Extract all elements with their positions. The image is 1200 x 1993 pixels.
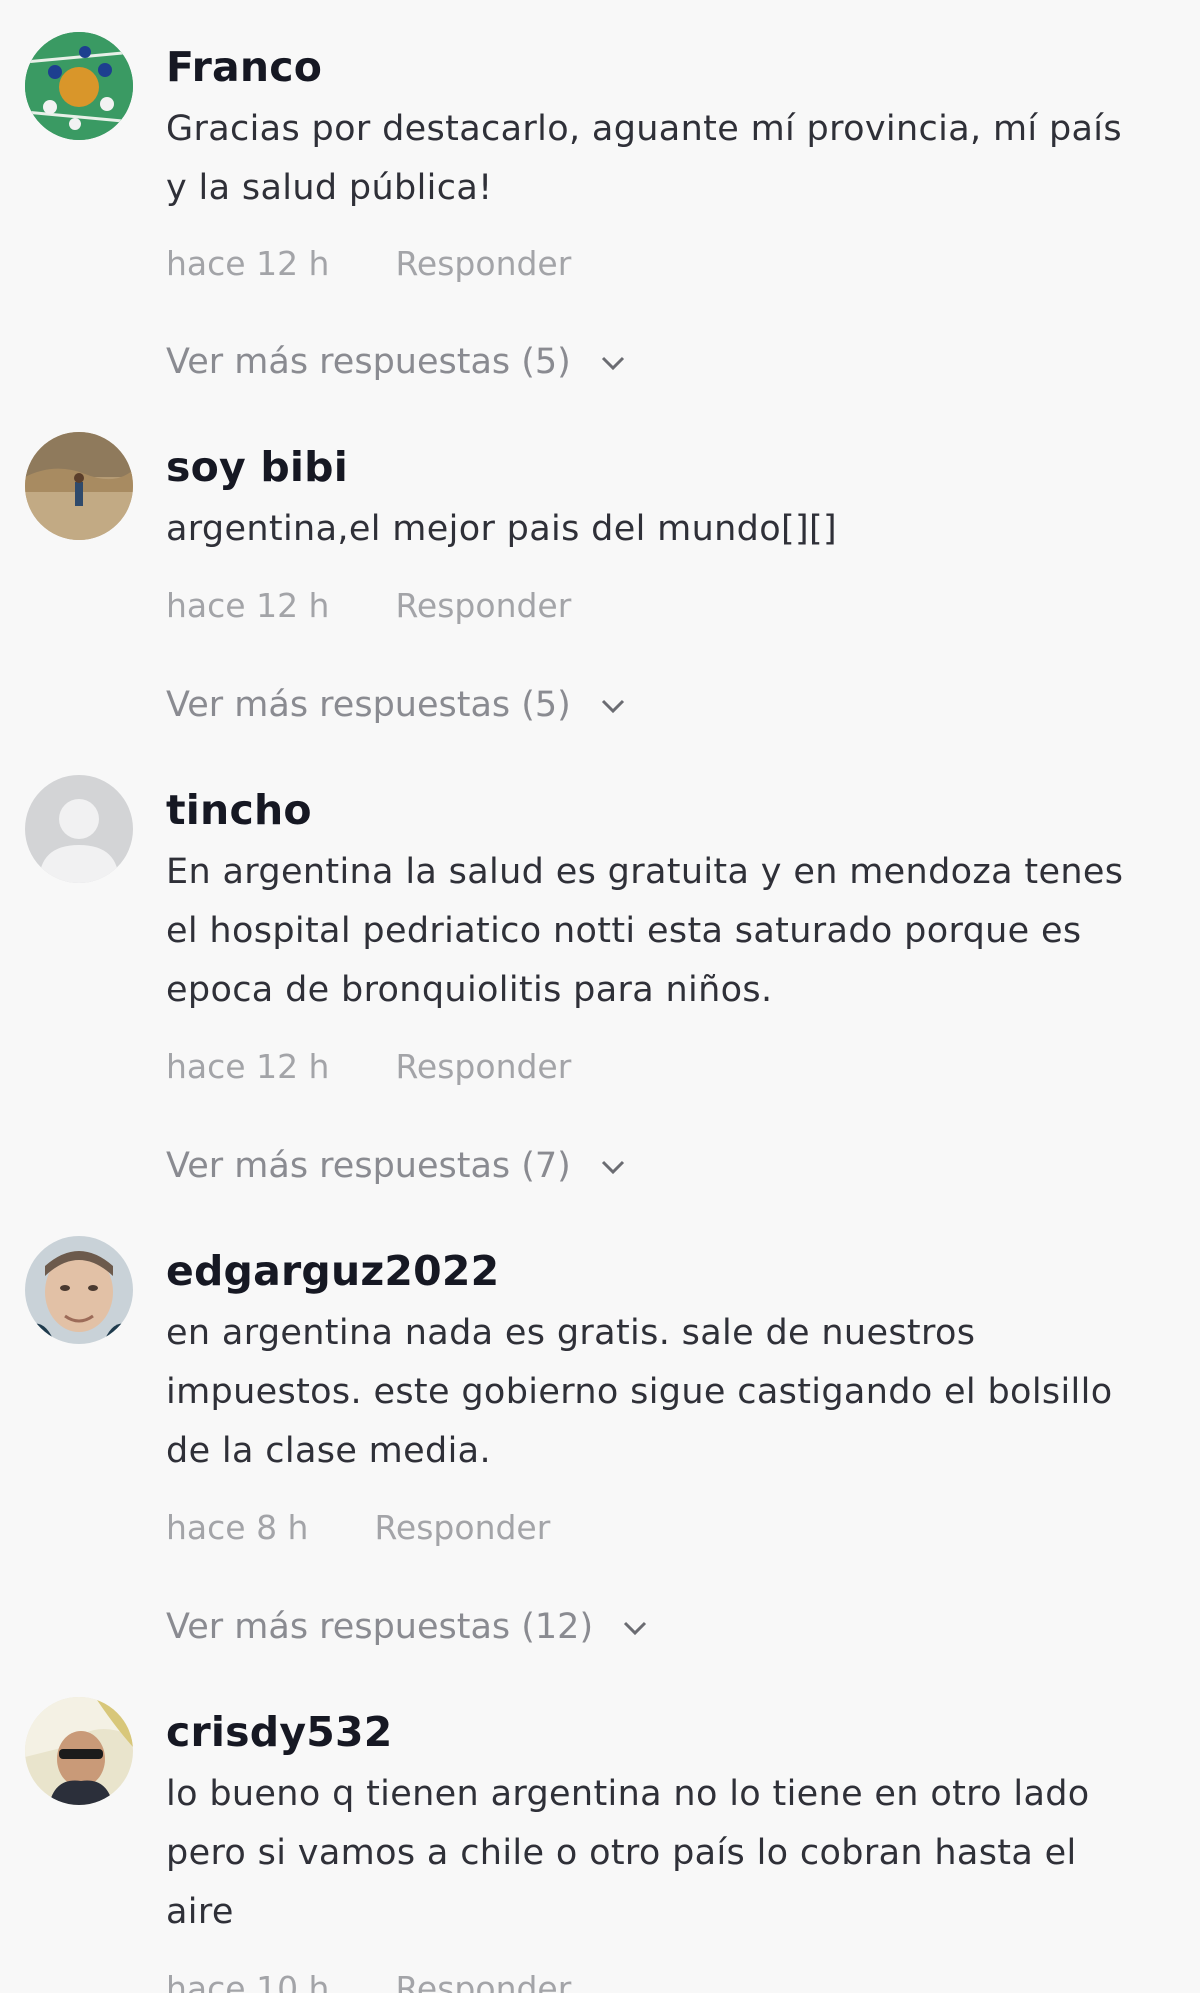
- reply-button[interactable]: Responder: [374, 1508, 550, 1548]
- comment-text-line: aire: [166, 1892, 234, 1932]
- view-more-replies-label: Ver más respuestas (5): [166, 342, 571, 382]
- comment-username[interactable]: soy bibi: [166, 442, 348, 492]
- reply-button[interactable]: Responder: [395, 1047, 571, 1087]
- reply-button[interactable]: Responder: [395, 244, 571, 284]
- view-more-replies-label: Ver más respuestas (12): [166, 1607, 594, 1647]
- comment-meta: hace 12 h Responder: [166, 244, 571, 284]
- avatar[interactable]: [25, 1697, 133, 1805]
- comment-text: Gracias por destacarlo, aguante mí provi…: [166, 100, 1180, 218]
- comment-meta: hace 12 h Responder: [166, 586, 571, 626]
- view-more-replies-label: Ver más respuestas (5): [166, 685, 571, 725]
- profile-photo-face-icon: [25, 1236, 133, 1344]
- profile-photo-sunglasses-icon: [25, 1697, 133, 1805]
- comment-text-line: Gracias por destacarlo, aguante mí provi…: [166, 109, 1122, 149]
- default-user-icon: [25, 775, 133, 883]
- chevron-down-icon: [622, 1603, 648, 1647]
- profile-photo-green-field-icon: [25, 32, 133, 140]
- comment-text: en argentina nada es gratis. sale de nue…: [166, 1304, 1180, 1481]
- comment-text-line: argentina,el mejor pais del mundo[][]: [166, 509, 838, 549]
- comment-username[interactable]: edgarguz2022: [166, 1246, 499, 1296]
- reply-button[interactable]: Responder: [395, 1969, 571, 1993]
- comment-text-line: En argentina la salud es gratuita y en m…: [166, 852, 1124, 892]
- view-more-replies-button[interactable]: Ver más respuestas (12): [166, 1605, 648, 1649]
- view-more-replies-label: Ver más respuestas (7): [166, 1146, 571, 1186]
- avatar[interactable]: [25, 432, 133, 540]
- comment-text-line: lo bueno q tienen argentina no lo tiene …: [166, 1774, 1090, 1814]
- chevron-down-icon: [600, 681, 626, 725]
- reply-button[interactable]: Responder: [395, 586, 571, 626]
- comment-username[interactable]: crisdy532: [166, 1707, 392, 1757]
- comment-text-line: epoca de bronquiolitis para niños.: [166, 970, 773, 1010]
- comment-text: En argentina la salud es gratuita y en m…: [166, 843, 1180, 1020]
- view-more-replies-button[interactable]: Ver más respuestas (5): [166, 683, 626, 727]
- comment-list: Franco Gracias por destacarlo, aguante m…: [0, 0, 1200, 1993]
- comment-text: argentina,el mejor pais del mundo[][]: [166, 500, 1180, 559]
- avatar[interactable]: [25, 775, 133, 883]
- comment-text-line: el hospital pedriatico notti esta satura…: [166, 911, 1082, 951]
- comment-timestamp: hace 12 h: [166, 1047, 330, 1086]
- comment-meta: hace 12 h Responder: [166, 1047, 571, 1087]
- chevron-down-icon: [600, 1142, 626, 1186]
- comment-timestamp: hace 12 h: [166, 586, 330, 625]
- comment-timestamp: hace 12 h: [166, 244, 330, 283]
- comment-meta: hace 8 h Responder: [166, 1508, 550, 1548]
- comment-text-line: y la salud pública!: [166, 168, 493, 208]
- comment-timestamp: hace 8 h: [166, 1508, 309, 1547]
- comment-text-line: impuestos. este gobierno sigue castigand…: [166, 1372, 1113, 1412]
- comment-text-line: pero si vamos a chile o otro país lo cob…: [166, 1833, 1077, 1873]
- chevron-down-icon: [600, 338, 626, 382]
- comment-username[interactable]: tincho: [166, 785, 312, 835]
- comment-text-line: en argentina nada es gratis. sale de nue…: [166, 1313, 976, 1353]
- comment-text: lo bueno q tienen argentina no lo tiene …: [166, 1765, 1180, 1942]
- comment-timestamp: hace 10 h: [166, 1969, 330, 1993]
- comment-text-line: de la clase media.: [166, 1431, 491, 1471]
- profile-photo-landscape-icon: [25, 432, 133, 540]
- avatar[interactable]: [25, 1236, 133, 1344]
- view-more-replies-button[interactable]: Ver más respuestas (7): [166, 1144, 626, 1188]
- comment-username[interactable]: Franco: [166, 42, 322, 92]
- avatar[interactable]: [25, 32, 133, 140]
- view-more-replies-button[interactable]: Ver más respuestas (5): [166, 340, 626, 384]
- comment-meta: hace 10 h Responder: [166, 1969, 571, 1993]
